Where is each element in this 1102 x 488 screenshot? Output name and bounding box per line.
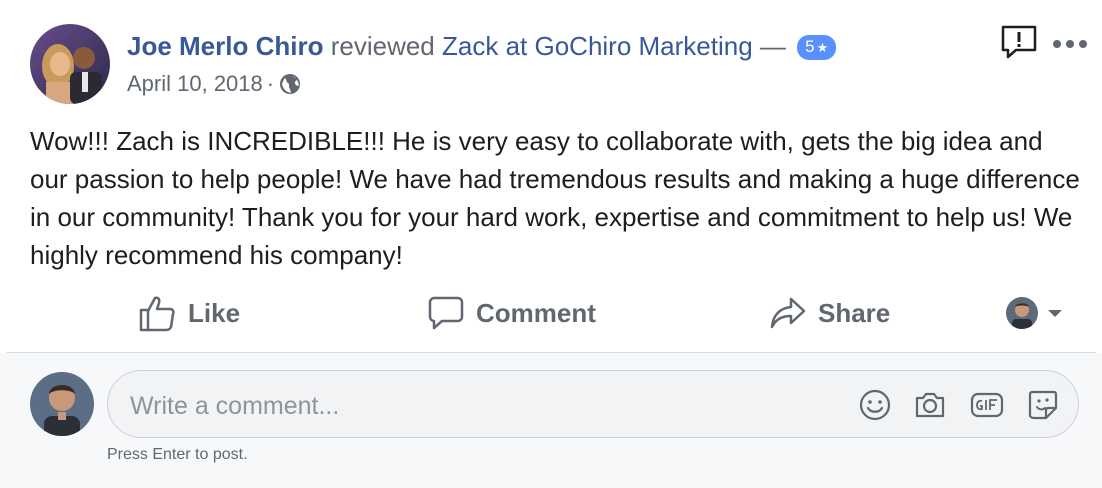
review-date[interactable]: April 10, 2018 bbox=[127, 70, 263, 98]
rating-badge: 5 ★ bbox=[797, 35, 837, 60]
header-dash: — bbox=[759, 31, 786, 61]
chevron-down-icon bbox=[1048, 310, 1062, 317]
comment-label: Comment bbox=[476, 297, 596, 328]
share-arrow-icon bbox=[770, 297, 806, 329]
comment-input[interactable] bbox=[128, 389, 832, 423]
thumbs-up-icon bbox=[139, 296, 175, 332]
review-action-text: reviewed bbox=[330, 31, 435, 61]
share-button[interactable]: Share bbox=[770, 288, 890, 338]
gif-icon[interactable] bbox=[970, 388, 1004, 422]
comment-box[interactable] bbox=[107, 370, 1079, 438]
comment-bubble-icon bbox=[428, 296, 464, 330]
globe-icon[interactable] bbox=[278, 72, 302, 96]
press-enter-hint: Press Enter to post. bbox=[107, 446, 248, 463]
more-options-icon[interactable] bbox=[1052, 36, 1088, 48]
report-icon[interactable] bbox=[1000, 24, 1038, 60]
review-post: Joe Merlo Chiro reviewed Zack at GoChiro… bbox=[0, 0, 1102, 488]
comment-button[interactable]: Comment bbox=[428, 288, 596, 338]
emoji-icon[interactable] bbox=[858, 388, 892, 422]
reviewer-name-link[interactable]: Joe Merlo Chiro bbox=[127, 31, 323, 61]
review-header: Joe Merlo Chiro reviewed Zack at GoChiro… bbox=[127, 30, 837, 62]
page-name-link[interactable]: Zack at GoChiro Marketing bbox=[442, 31, 753, 61]
meta-separator: · bbox=[266, 71, 275, 96]
reviewer-avatar[interactable] bbox=[30, 24, 110, 104]
post-as-selector[interactable] bbox=[1006, 288, 1064, 338]
review-meta: April 10, 2018 · bbox=[127, 70, 302, 98]
camera-icon[interactable] bbox=[913, 388, 947, 422]
action-bar: Like Comment Share bbox=[0, 288, 1102, 338]
sticker-icon[interactable] bbox=[1026, 388, 1060, 422]
viewer-avatar bbox=[1006, 297, 1038, 329]
rating-star-icon: ★ bbox=[816, 40, 829, 55]
rating-value: 5 bbox=[805, 37, 815, 56]
like-label: Like bbox=[188, 297, 241, 328]
like-button[interactable]: Like bbox=[138, 288, 240, 338]
review-text: Wow!!! Zach is INCREDIBLE!!! He is very … bbox=[30, 126, 1080, 270]
share-label: Share bbox=[818, 297, 891, 328]
my-avatar[interactable] bbox=[30, 372, 94, 436]
